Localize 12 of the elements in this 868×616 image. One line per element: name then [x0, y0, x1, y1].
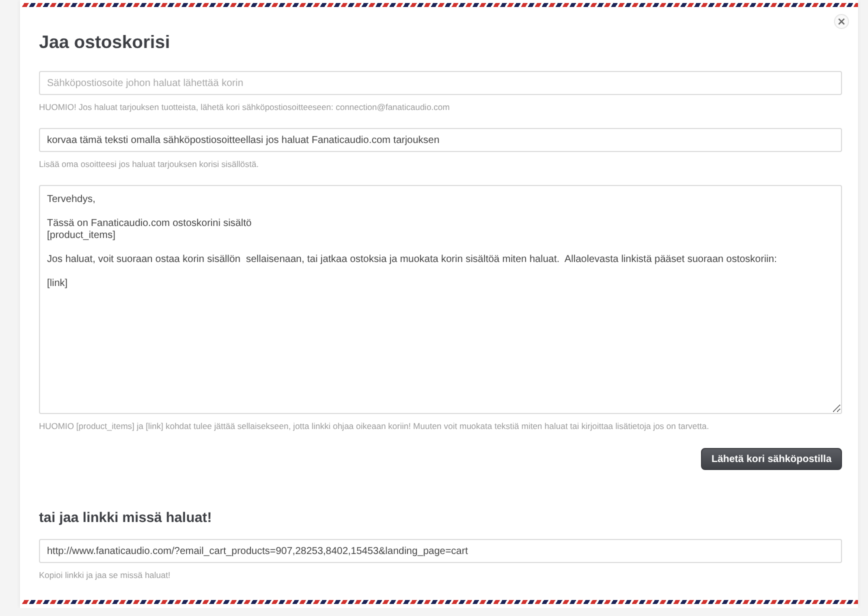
close-button[interactable]: × [834, 14, 849, 29]
email-field[interactable]: Sähköpostiosoite johon haluat lähettää korin [39, 71, 842, 95]
help-text: Lisää oma osoitteesi jos haluat tarjouksen korisi sisällöstä. [39, 158, 260, 170]
section-heading: tai jaa linkki missä haluat! [39, 508, 213, 526]
help-text: HUOMIO! Jos haluat tarjouksen tuotteista, lähetä kori sähköpostiosoitteeseen: connection@fanaticaudio.com [39, 101, 451, 113]
text-field[interactable]: http://www.fanaticaudio.com/?email_cart_products=907,28253,8402,15453&landing_page=cart [39, 539, 842, 563]
message-field[interactable]: Tervehdys, Tässä on Fanaticaudio.com ostoskorini sisältö [product_items] Jos haluat, voit suoraan ostaa korin sisällön sellaisenaan, tai jatkaa ostoksia ja muokata korin sisältöä miten haluat. Allaolevasta linkistä pääset suoraan ostoskoriin: [link] [39, 185, 842, 414]
dialog-title: Jaa ostoskorisi [39, 31, 172, 53]
help-text: HUOMIO [product_items] ja [link] kohdat tulee jättää sellaisekseen, jotta linkki ohjaa oikeaan koriin! Muuten voit muokata tekstiä miten haluat tai kirjoittaa lisätietoja jos on tarvetta. [39, 420, 710, 432]
text-field[interactable]: korvaa tämä teksti omalla sähköpostiosoitteellasi jos haluat Fanaticaudio.com tarjouksen [39, 128, 842, 152]
send-email-button[interactable]: Lähetä kori sähköpostilla [701, 448, 842, 470]
help-text: Kopioi linkki ja jaa se missä haluat! [39, 569, 172, 581]
